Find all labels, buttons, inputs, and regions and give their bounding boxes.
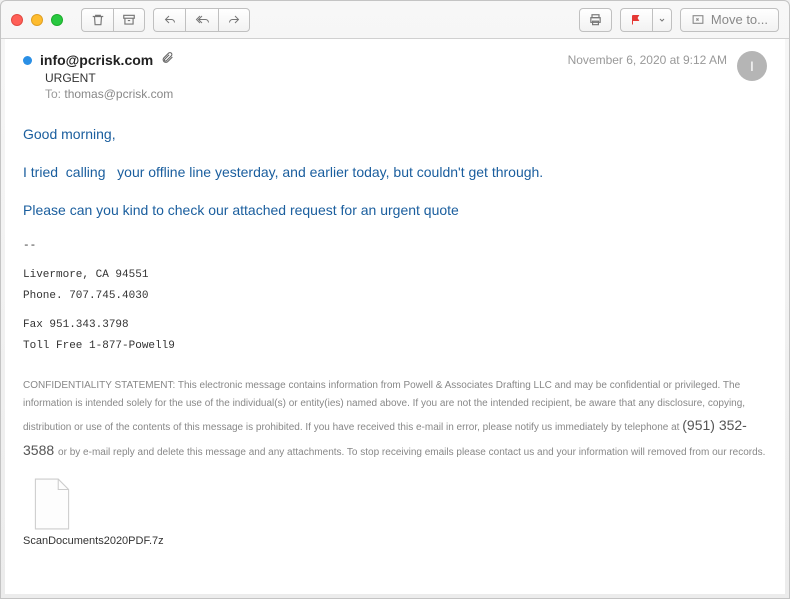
sender-block: info@pcrisk.com URGENT To: thomas@pcrisk…	[23, 51, 568, 101]
signature-block: -- Livermore, CA 94551 Phone. 707.745.40…	[23, 236, 767, 356]
move-to-button[interactable]: Move to...	[680, 8, 779, 32]
message-pane: info@pcrisk.com URGENT To: thomas@pcrisk…	[5, 39, 785, 594]
archive-button[interactable]	[113, 8, 145, 32]
signature-fax: Fax 951.343.3798	[23, 315, 767, 336]
trash-group	[81, 8, 145, 32]
signature-tollfree: Toll Free 1-877-Powell9	[23, 336, 767, 357]
to-address[interactable]: thomas@pcrisk.com	[64, 87, 173, 101]
body-greeting: Good morning,	[23, 123, 767, 147]
sender-address[interactable]: info@pcrisk.com	[40, 52, 153, 68]
chevron-down-icon	[658, 16, 666, 24]
confidentiality-text-2: or by e-mail reply and delete this messa…	[58, 447, 765, 458]
confidentiality-block: CONFIDENTIALITY STATEMENT: This electron…	[23, 377, 767, 463]
paperclip-icon	[161, 51, 174, 64]
attachment-name[interactable]: ScanDocuments2020PDF.7z	[23, 535, 113, 548]
toolbar: Move to...	[1, 1, 789, 39]
close-window-button[interactable]	[11, 14, 23, 26]
unread-dot-icon	[23, 56, 32, 65]
file-icon	[31, 477, 73, 531]
to-label: To:	[45, 87, 61, 101]
signature-phone: Phone. 707.745.4030	[23, 286, 767, 307]
trash-icon	[91, 13, 105, 27]
confidentiality-label: CONFIDENTIALITY STATEMENT:	[23, 380, 175, 391]
signature-city: Livermore, CA 94551	[23, 265, 767, 286]
mail-window: Move to... info@pcrisk.com URGENT To: th…	[0, 0, 790, 599]
window-controls	[11, 14, 63, 26]
body-line-2: Please can you kind to check our attache…	[23, 199, 767, 223]
attachment-file[interactable]	[31, 477, 73, 531]
reply-icon	[163, 14, 177, 26]
maximize-window-button[interactable]	[51, 14, 63, 26]
move-icon	[691, 13, 705, 26]
forward-button[interactable]	[218, 8, 250, 32]
flag-group	[620, 8, 672, 32]
avatar-initial: I	[750, 58, 754, 74]
recipients-line: To: thomas@pcrisk.com	[45, 87, 568, 101]
subject: URGENT	[45, 71, 568, 85]
reply-all-icon	[194, 14, 210, 26]
avatar: I	[737, 51, 767, 81]
flag-button[interactable]	[620, 8, 652, 32]
signature-separator: --	[23, 236, 767, 257]
message-date: November 6, 2020 at 9:12 AM	[568, 53, 727, 67]
reply-all-button[interactable]	[185, 8, 218, 32]
body-line-1: I tried calling your offline line yester…	[23, 161, 767, 185]
attachment-indicator	[161, 51, 174, 69]
delete-button[interactable]	[81, 8, 113, 32]
flag-icon	[630, 13, 642, 27]
message-body: Good morning, I tried calling your offli…	[23, 123, 767, 222]
reply-group	[153, 8, 250, 32]
archive-icon	[122, 13, 136, 27]
attachment-area: ScanDocuments2020PDF.7z	[23, 477, 767, 548]
minimize-window-button[interactable]	[31, 14, 43, 26]
move-to-label: Move to...	[711, 12, 768, 27]
forward-icon	[227, 14, 241, 26]
print-button[interactable]	[579, 8, 612, 32]
flag-menu-button[interactable]	[652, 8, 672, 32]
reply-button[interactable]	[153, 8, 185, 32]
printer-icon	[588, 13, 603, 27]
message-header: info@pcrisk.com URGENT To: thomas@pcrisk…	[23, 51, 767, 101]
